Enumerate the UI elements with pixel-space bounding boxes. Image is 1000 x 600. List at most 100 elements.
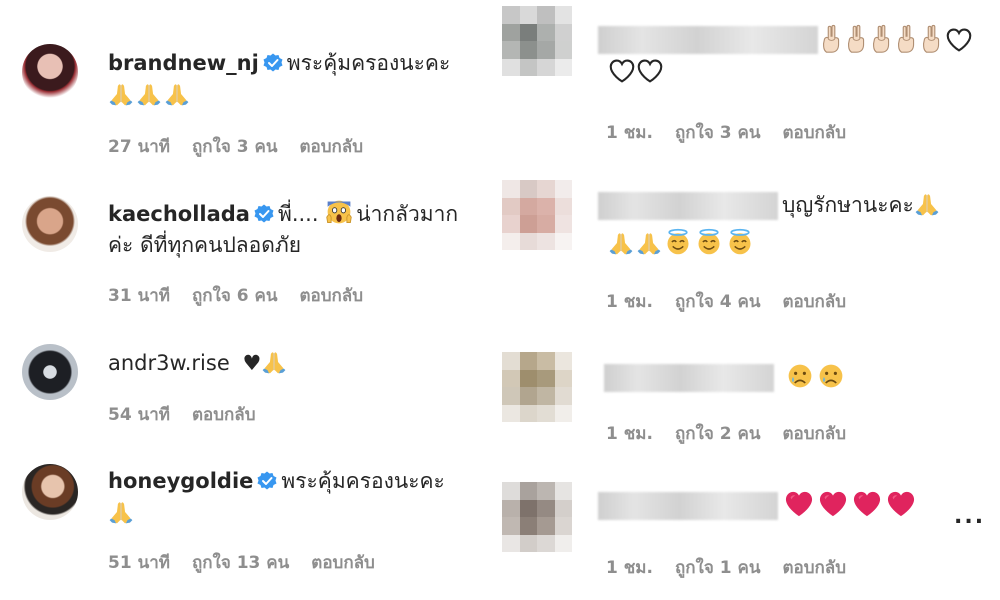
likes-count-link[interactable]: ถูกใจ 2 คน: [675, 424, 761, 444]
emoji-line: [820, 24, 973, 57]
likes-count-link[interactable]: ถูกใจ 1 คน: [675, 558, 761, 578]
emoji-line: [786, 362, 848, 393]
peace-hand-emoji-icon: [870, 24, 894, 54]
comment-meta: 27 นาที ถูกใจ 3 คน ตอบกลับ: [108, 133, 385, 160]
username[interactable]: andr3w.rise: [108, 351, 230, 375]
comment-text-line: บุญรักษานะคะ: [782, 190, 942, 220]
emoji-line-2: [608, 58, 664, 88]
pray-emoji-icon: [108, 499, 134, 525]
pray-emoji-icon: [136, 81, 162, 107]
crying-face-emoji-icon: [786, 362, 814, 390]
comment-meta: 51 นาที ถูกใจ 13 คน ตอบกลับ: [108, 549, 397, 576]
comment-text-line: andr3w.rise ♥: [108, 348, 289, 378]
comment-meta: 31 นาที ถูกใจ 6 คน ตอบกลับ: [108, 282, 385, 309]
avatar[interactable]: [22, 344, 78, 400]
reply-button[interactable]: ตอบกลับ: [782, 292, 846, 312]
comment-text-line: kaechollada พี่.... น่ากลัวมาก: [108, 198, 458, 229]
reply-button[interactable]: ตอบกลับ: [299, 286, 363, 306]
halo-face-emoji-icon: [695, 228, 723, 256]
comment-time: 31 นาที: [108, 286, 170, 306]
pray-emoji-icon: [108, 81, 134, 107]
comment-body: พระคุ้มครองนะคะ: [281, 469, 445, 493]
emoji-line: [108, 80, 192, 110]
reply-button[interactable]: ตอบกลับ: [782, 558, 846, 578]
comment-body: บุญรักษานะคะ: [782, 193, 914, 217]
username[interactable]: kaechollada: [108, 202, 250, 226]
reply-button[interactable]: ตอบกลับ: [311, 553, 375, 573]
comment-item: ... 1 ชม. ถูกใจ 1 คน ตอบกลับ: [490, 470, 1000, 600]
blurred-username: [598, 192, 778, 220]
comment-time: 1 ชม.: [606, 558, 653, 578]
avatar[interactable]: [22, 44, 78, 100]
reply-button[interactable]: ตอบกลับ: [782, 424, 846, 444]
halo-face-emoji-icon: [664, 228, 692, 256]
peace-hand-emoji-icon: [845, 24, 869, 54]
avatar[interactable]: [22, 464, 78, 520]
heart-icon: ♥: [242, 351, 262, 375]
comment-item: 1 ชม. ถูกใจ 2 คน ตอบกลับ: [490, 340, 1000, 470]
comment-time: 51 นาที: [108, 553, 170, 573]
username[interactable]: honeygoldie: [108, 469, 253, 493]
avatar[interactable]: [22, 196, 78, 252]
peace-hand-emoji-icon: [895, 24, 919, 54]
likes-count-link[interactable]: ถูกใจ 6 คน: [192, 286, 278, 306]
comment-body: พี่....: [277, 202, 319, 226]
reply-button[interactable]: ตอบกลับ: [782, 123, 846, 143]
likes-count-link[interactable]: ถูกใจ 3 คน: [192, 137, 278, 157]
comment-meta: 1 ชม. ถูกใจ 1 คน ตอบกลับ: [606, 554, 868, 581]
blurred-username: [598, 26, 818, 54]
comment-meta: 54 นาที ตอบกลับ: [108, 401, 278, 428]
comment-meta: 1 ชม. ถูกใจ 4 คน ตอบกลับ: [606, 288, 868, 315]
blurred-username: [598, 492, 778, 520]
comment-meta: 1 ชม. ถูกใจ 2 คน ตอบกลับ: [606, 420, 868, 447]
username[interactable]: brandnew_nj: [108, 51, 259, 75]
emoji-line: [784, 490, 920, 522]
avatar[interactable]: [502, 180, 572, 250]
heart-outline-icon: [608, 58, 636, 84]
red-heart-emoji-icon: [784, 490, 814, 518]
emoji-line: [108, 498, 136, 528]
comment-text-line: honeygoldie พระคุ้มครองนะคะ: [108, 466, 445, 496]
comment-item: 1 ชม. ถูกใจ 3 คน ตอบกลับ: [490, 0, 1000, 170]
comment-text-line: brandnew_nj พระคุ้มครองนะคะ: [108, 48, 450, 78]
comment-body: พระคุ้มครองนะคะ: [286, 51, 451, 75]
peace-hand-emoji-icon: [820, 24, 844, 54]
verified-badge-icon: [257, 471, 277, 491]
pray-emoji-icon: [636, 230, 662, 256]
pray-emoji-icon: [261, 349, 287, 375]
pray-emoji-icon: [608, 230, 634, 256]
avatar[interactable]: [502, 6, 572, 76]
comment-body-cont: น่ากลัวมาก: [356, 202, 459, 226]
more-options-icon[interactable]: ...: [954, 504, 985, 529]
comment-item: บุญรักษานะคะ 1 ชม. ถูกใจ 4 คน ตอบกลับ: [490, 170, 1000, 340]
comment-time: 1 ชม.: [606, 424, 653, 444]
avatar[interactable]: [502, 352, 572, 422]
likes-count-link[interactable]: ถูกใจ 13 คน: [192, 553, 289, 573]
comment-time: 27 นาที: [108, 137, 170, 157]
heart-outline-icon: [636, 58, 664, 84]
likes-count-link[interactable]: ถูกใจ 3 คน: [675, 123, 761, 143]
comment-text-line-2: ค่ะ ดีที่ทุกคนปลอดภัย: [108, 233, 302, 257]
comment-item: andr3w.rise ♥ 54 นาที ตอบกลับ: [0, 330, 490, 450]
comment-time: 1 ชม.: [606, 292, 653, 312]
verified-badge-icon: [254, 204, 274, 224]
reply-button[interactable]: ตอบกลับ: [192, 405, 256, 425]
scream-emoji-icon: [325, 198, 353, 226]
red-heart-emoji-icon: [886, 490, 916, 518]
comment-time: 1 ชม.: [606, 123, 653, 143]
verified-badge-icon: [263, 53, 283, 73]
heart-outline-icon: [945, 27, 973, 53]
comment-item: kaechollada พี่.... น่ากลัวมาก ค่ะ ดีที่ท…: [0, 170, 490, 330]
pray-emoji-icon: [164, 81, 190, 107]
reply-button[interactable]: ตอบกลับ: [299, 137, 363, 157]
halo-face-emoji-icon: [726, 228, 754, 256]
red-heart-emoji-icon: [818, 490, 848, 518]
blurred-username: [604, 364, 774, 392]
crying-face-emoji-icon: [817, 362, 845, 390]
peace-hand-emoji-icon: [920, 24, 944, 54]
pray-emoji-icon: [914, 191, 940, 217]
likes-count-link[interactable]: ถูกใจ 4 คน: [675, 292, 761, 312]
avatar[interactable]: [502, 482, 572, 552]
red-heart-emoji-icon: [852, 490, 882, 518]
comment-time: 54 นาที: [108, 405, 170, 425]
